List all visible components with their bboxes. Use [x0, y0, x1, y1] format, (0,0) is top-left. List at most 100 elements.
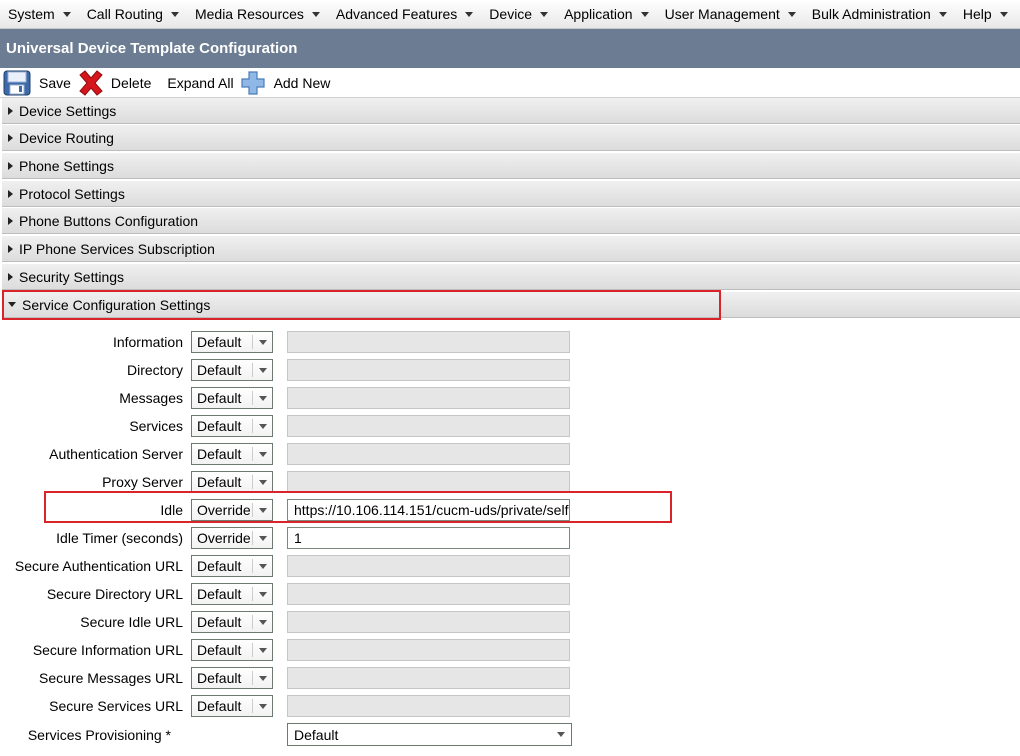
services-mode-select[interactable]: Default — [191, 415, 273, 437]
authentication-server-mode-select[interactable]: Default — [191, 443, 273, 465]
section-service-configuration-settings[interactable]: Service Configuration Settings — [2, 292, 1020, 318]
collapse-arrow-icon — [8, 302, 16, 307]
save-icon — [3, 70, 31, 96]
menu-bulk-administration[interactable]: Bulk Administration — [804, 0, 955, 29]
information-mode-select[interactable]: Default — [191, 331, 273, 353]
expand-arrow-icon — [8, 161, 13, 170]
section-ip-phone-services-subscription[interactable]: IP Phone Services Subscription — [2, 236, 1020, 262]
directory-mode-select[interactable]: Default — [191, 359, 273, 381]
secure-authentication-url-field — [287, 555, 570, 577]
expand-all-label: Expand All — [167, 74, 234, 91]
services-provisioning-select[interactable]: Default — [287, 723, 572, 746]
chevron-down-icon — [259, 480, 267, 485]
expand-arrow-icon — [8, 106, 13, 115]
expand-arrow-icon — [8, 216, 13, 225]
secure-information-url-mode-select[interactable]: Default — [191, 639, 273, 661]
menu-application[interactable]: Application — [556, 0, 657, 29]
menu-label: Call Routing — [86, 6, 163, 22]
section-device-routing[interactable]: Device Routing — [2, 125, 1020, 151]
menu-user-management[interactable]: User Management — [657, 0, 804, 29]
authentication-server-url-field — [287, 443, 570, 465]
section-label: Phone Buttons Configuration — [19, 212, 199, 229]
secure-services-url-field — [287, 695, 570, 717]
select-divider — [252, 531, 253, 545]
idle-label: Idle — [160, 502, 183, 518]
proxy-server-label: Proxy Server — [102, 474, 183, 490]
messages-label: Messages — [119, 390, 183, 406]
menu-system[interactable]: System — [0, 0, 79, 29]
section-device-settings[interactable]: Device Settings — [2, 98, 1020, 124]
expand-arrow-icon — [8, 244, 13, 253]
delete-button[interactable]: Delete — [77, 68, 151, 98]
chevron-down-icon — [557, 732, 565, 737]
idle-url-input[interactable]: https://10.106.114.151/cucm-uds/private/… — [287, 499, 570, 521]
menu-label: Help — [962, 6, 992, 22]
chevron-down-icon — [311, 11, 320, 17]
add-new-button[interactable]: Add New — [240, 68, 330, 98]
section-label: Phone Settings — [19, 157, 114, 174]
select-value: Default — [294, 726, 339, 743]
chevron-down-icon — [465, 11, 474, 17]
section-phone-settings[interactable]: Phone Settings — [2, 153, 1020, 179]
messages-mode-select[interactable]: Default — [191, 387, 273, 409]
select-value: Default — [197, 558, 242, 574]
chevron-down-icon — [259, 396, 267, 401]
services-provisioning-label: Services Provisioning * — [27, 727, 171, 743]
idle-timer-mode-select[interactable]: Override — [191, 527, 273, 549]
select-divider — [252, 363, 253, 377]
secure-idle-url-mode-select[interactable]: Default — [191, 611, 273, 633]
select-value: Default — [197, 698, 242, 714]
chevron-down-icon — [62, 11, 71, 17]
messages-url-field — [287, 387, 570, 409]
chevron-down-icon — [259, 704, 267, 709]
select-divider — [252, 671, 253, 685]
menu-help[interactable]: Help — [955, 0, 1016, 29]
menu-label: User Management — [664, 6, 780, 22]
secure-information-url-field — [287, 639, 570, 661]
chevron-down-icon — [999, 11, 1008, 17]
select-value: Default — [197, 446, 242, 462]
select-divider — [252, 643, 253, 657]
delete-label: Delete — [110, 74, 152, 91]
directory-url-field — [287, 359, 570, 381]
chevron-down-icon — [170, 11, 179, 17]
menu-label: System — [8, 6, 55, 22]
select-value: Override — [197, 530, 251, 546]
secure-directory-url-mode-select[interactable]: Default — [191, 583, 273, 605]
select-divider — [252, 391, 253, 405]
save-button[interactable]: Save — [3, 68, 71, 98]
secure-services-url-mode-select[interactable]: Default — [191, 695, 273, 717]
section-protocol-settings[interactable]: Protocol Settings — [2, 181, 1020, 207]
chevron-down-icon — [259, 452, 267, 457]
select-value: Default — [197, 614, 242, 630]
select-divider — [252, 559, 253, 573]
select-value: Default — [197, 642, 242, 658]
menu-call-routing[interactable]: Call Routing — [79, 0, 187, 29]
proxy-server-url-field — [287, 471, 570, 493]
save-label: Save — [39, 74, 71, 91]
toolbar: Save Delete Expand All Add New — [0, 68, 1020, 98]
idle-mode-select[interactable]: Override — [191, 499, 273, 521]
idle-timer-input[interactable]: 1 — [287, 527, 570, 549]
menu-media-resources[interactable]: Media Resources — [187, 0, 328, 29]
chevron-down-icon — [259, 592, 267, 597]
select-value: Default — [197, 334, 242, 350]
secure-authentication-url-mode-select[interactable]: Default — [191, 555, 273, 577]
section-phone-buttons-configuration[interactable]: Phone Buttons Configuration — [2, 208, 1020, 234]
menu-label: Advanced Features — [335, 6, 458, 22]
menu-device[interactable]: Device — [481, 0, 556, 29]
select-divider — [252, 615, 253, 629]
section-label: Protocol Settings — [19, 185, 125, 202]
secure-messages-url-mode-select[interactable]: Default — [191, 667, 273, 689]
section-label: Device Routing — [19, 129, 114, 146]
chevron-down-icon — [259, 340, 267, 345]
proxy-server-mode-select[interactable]: Default — [191, 471, 273, 493]
select-value: Default — [197, 474, 242, 490]
chevron-down-icon — [259, 536, 267, 541]
menu-advanced-features[interactable]: Advanced Features — [328, 0, 481, 29]
authentication-server-label: Authentication Server — [49, 446, 183, 462]
menu-label: Device — [489, 6, 533, 22]
expand-all-button[interactable]: Expand All — [167, 68, 233, 98]
section-label: Security Settings — [19, 268, 125, 285]
section-security-settings[interactable]: Security Settings — [2, 264, 1020, 290]
